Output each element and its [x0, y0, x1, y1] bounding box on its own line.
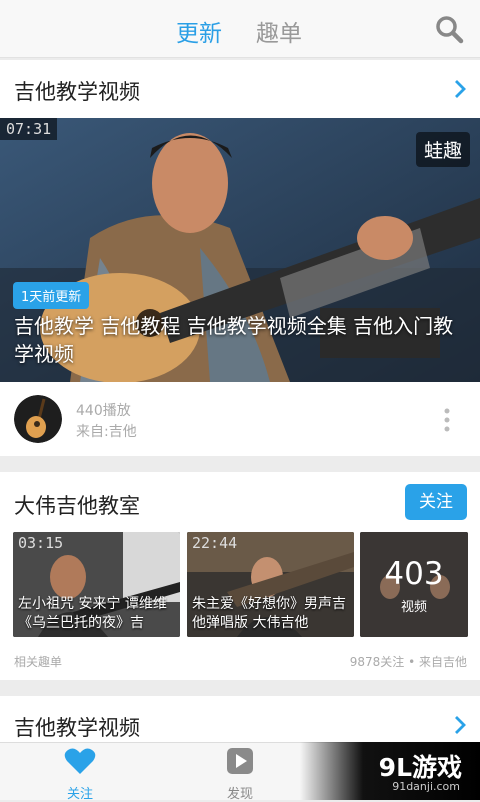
play-count: 440播放	[76, 403, 131, 419]
channel-card: 大伟吉他教室 关注 03:15 左小祖咒 安来宁 谭维维《乌兰巴托的夜》吉 22…	[0, 472, 480, 680]
source-label: 来自:吉他	[76, 424, 137, 440]
heart-icon	[64, 748, 96, 774]
play-icon	[227, 748, 253, 774]
follow-button[interactable]: 关注	[405, 484, 467, 520]
tab-updates[interactable]: 更新	[176, 14, 222, 48]
brand-logo: 9L游戏	[378, 753, 462, 782]
section-title: 吉他教学视频	[14, 716, 140, 740]
watermark-logo: 蛙趣	[415, 132, 470, 167]
video-duration: 03:15	[18, 534, 64, 552]
search-icon[interactable]	[434, 14, 464, 44]
video-title[interactable]: 吉他教学 吉他教程 吉他教学视频全集 吉他入门教学视频	[14, 312, 470, 368]
nav-discover-label: 发现	[226, 787, 253, 802]
section-header[interactable]: 吉他教学视频	[0, 696, 480, 742]
chevron-right-icon[interactable]	[452, 714, 468, 736]
video-thumbnail[interactable]: 03:15 左小祖咒 安来宁 谭维维《乌兰巴托的夜》吉	[13, 532, 180, 637]
brand-url: 91danji.com	[392, 780, 460, 793]
video-count: 403	[384, 556, 444, 592]
brand-watermark: 9L游戏 91danji.com	[300, 742, 480, 800]
section-header[interactable]: 吉他教学视频	[0, 60, 480, 118]
top-bar: 更新 趣单	[0, 0, 480, 58]
video-duration: 22:44	[192, 534, 238, 552]
follower-count: 9878关注 • 来自吉他	[349, 655, 467, 669]
related-playlists-link[interactable]: 相关趣单	[14, 653, 62, 670]
video-duration: 07:31	[0, 118, 58, 140]
playlist-count-tile[interactable]: 403 视频	[360, 532, 468, 637]
chevron-right-icon[interactable]	[452, 78, 468, 100]
video-thumbnail[interactable]: 22:44 朱主爱《好想你》男声吉他弹唱版 大伟吉他	[187, 532, 354, 637]
channel-title[interactable]: 大伟吉他教室	[14, 490, 140, 520]
nav-follow-label: 关注	[66, 787, 93, 802]
tab-playlists[interactable]: 趣单	[256, 14, 302, 48]
update-badge: 1天前更新	[13, 282, 90, 309]
nav-follow[interactable]: 关注	[50, 747, 110, 802]
avatar[interactable]	[14, 395, 62, 443]
video-caption: 左小祖咒 安来宁 谭维维《乌兰巴托的夜》吉	[18, 596, 167, 631]
more-options-icon[interactable]	[444, 408, 450, 432]
video-count-label: 视频	[400, 600, 427, 615]
video-meta-row: 440播放 来自:吉他	[0, 382, 480, 456]
section-title: 吉他教学视频	[14, 80, 140, 104]
nav-discover[interactable]: 发现	[210, 747, 270, 802]
video-caption: 朱主爱《好想你》男声吉他弹唱版 大伟吉他	[192, 596, 346, 631]
